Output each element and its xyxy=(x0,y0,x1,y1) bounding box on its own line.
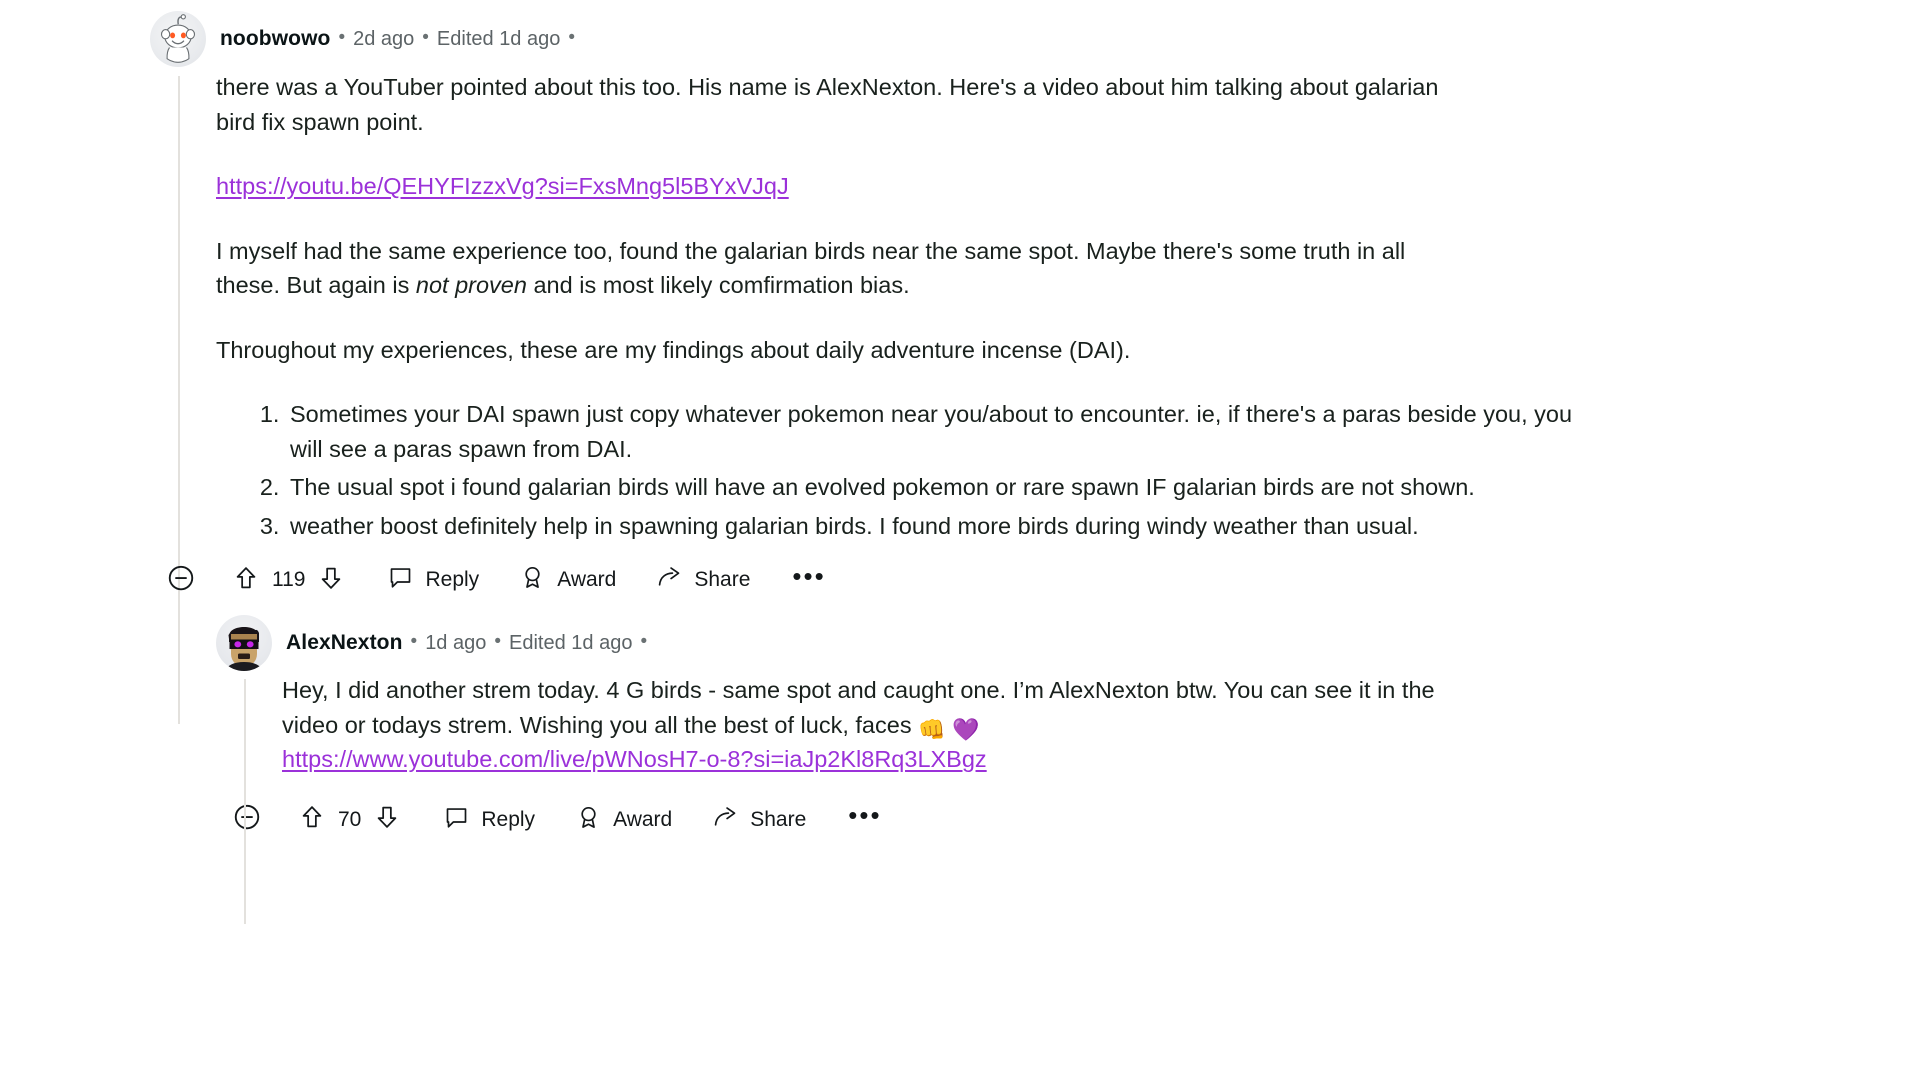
comment-edited: Edited 1d ago xyxy=(436,27,561,50)
comment-link-paragraph: https://youtu.be/QEHYFIzzxVg?si=FxsMng5l… xyxy=(216,169,1466,204)
vote-score: 119 xyxy=(272,568,306,592)
comment-action-bar: 119 Reply Award Share ••• xyxy=(166,555,1910,605)
downvote-icon xyxy=(317,564,345,597)
award-button[interactable]: Award xyxy=(575,804,672,836)
more-options-button[interactable]: ••• xyxy=(792,563,825,593)
reply-meta-separator-2: • xyxy=(494,630,502,652)
award-icon xyxy=(519,564,546,596)
share-label: Share xyxy=(750,807,807,831)
purple-heart-emoji: 💜 xyxy=(952,716,980,742)
collapse-button[interactable] xyxy=(232,802,262,837)
meta-separator-2: • xyxy=(422,26,429,48)
comment-bubble-icon xyxy=(443,804,470,836)
comment-header: noobwowo • 2d ago • Edited 1d ago • xyxy=(150,8,1910,70)
upvote-button[interactable] xyxy=(298,803,326,836)
meta-separator-3: • xyxy=(568,26,576,48)
collapse-button[interactable] xyxy=(166,563,196,598)
fist-bump-emoji: 👊 xyxy=(918,716,946,742)
reply-meta-separator-3: • xyxy=(640,630,648,652)
list-item: The usual spot i found galarian birds wi… xyxy=(286,470,1576,505)
comment-alexnexton: AlexNexton • 1d ago • Edited 1d ago • He… xyxy=(216,613,1910,925)
comment-bubble-icon xyxy=(387,564,414,596)
reply-author[interactable]: AlexNexton xyxy=(286,631,403,655)
findings-list: Sometimes your DAI spawn just copy whate… xyxy=(216,397,1576,543)
comment-paragraph-2: I myself had the same experience too, fo… xyxy=(216,234,1446,303)
youtube-link[interactable]: https://youtu.be/QEHYFIzzxVg?si=FxsMng5l… xyxy=(216,173,789,199)
share-icon xyxy=(656,564,683,596)
award-icon xyxy=(575,804,602,836)
avatar[interactable] xyxy=(150,11,206,67)
reply-body: Hey, I did another strem today. 4 G bird… xyxy=(234,673,1910,845)
comment-author[interactable]: noobwowo xyxy=(220,27,330,51)
reply-header: AlexNexton • 1d ago • Edited 1d ago • xyxy=(216,613,1910,673)
list-item: weather boost definitely help in spawnin… xyxy=(286,509,1576,544)
reply-action-bar: 70 Reply Award Share ••• xyxy=(232,795,1910,845)
reply-paragraph: Hey, I did another strem today. 4 G bird… xyxy=(282,673,1442,777)
paragraph-2-text-b: and is most likely comfirmation bias. xyxy=(526,272,910,299)
reply-meta-separator-1: • xyxy=(410,630,418,652)
more-options-button[interactable]: ••• xyxy=(848,802,881,832)
downvote-button[interactable] xyxy=(373,803,401,836)
reply-button[interactable]: Reply xyxy=(387,564,479,596)
collapse-icon xyxy=(166,563,196,598)
paragraph-2-emphasis: not proven xyxy=(415,272,527,299)
youtube-live-link[interactable]: https://www.youtube.com/live/pWNosH7-o-8… xyxy=(282,746,987,772)
award-label: Award xyxy=(557,568,617,592)
award-label: Award xyxy=(613,807,673,831)
vote-group: 119 xyxy=(232,564,345,597)
comment-noobwowo: noobwowo • 2d ago • Edited 1d ago • ther… xyxy=(150,8,1910,925)
reply-button[interactable]: Reply xyxy=(443,804,535,836)
share-button[interactable]: Share xyxy=(712,804,806,836)
upvote-icon xyxy=(298,803,326,836)
reply-label: Reply xyxy=(425,568,480,592)
award-button[interactable]: Award xyxy=(519,564,616,596)
thread-line-reply xyxy=(244,679,246,925)
vote-group: 70 xyxy=(298,803,401,836)
list-item: Sometimes your DAI spawn just copy whate… xyxy=(286,397,1576,466)
collapse-icon xyxy=(232,802,262,837)
share-label: Share xyxy=(694,568,751,592)
downvote-button[interactable] xyxy=(317,564,345,597)
share-button[interactable]: Share xyxy=(656,564,750,596)
comment-timestamp: 2d ago xyxy=(353,27,415,50)
comment-paragraph-3: Throughout my experiences, these are my … xyxy=(216,336,1131,363)
reddit-comment-thread: noobwowo • 2d ago • Edited 1d ago • ther… xyxy=(0,0,1920,1080)
reply-edited: Edited 1d ago xyxy=(509,631,633,654)
upvote-button[interactable] xyxy=(232,564,260,597)
share-icon xyxy=(712,804,739,836)
reply-text: Hey, I did another strem today. 4 G bird… xyxy=(282,677,1435,738)
comment-paragraph-1: there was a YouTuber pointed about this … xyxy=(216,74,1439,135)
meta-separator-1: • xyxy=(338,26,346,48)
downvote-icon xyxy=(373,803,401,836)
reply-label: Reply xyxy=(481,807,536,831)
upvote-icon xyxy=(232,564,260,597)
avatar[interactable] xyxy=(216,615,272,672)
reply-timestamp: 1d ago xyxy=(425,631,487,654)
vote-score: 70 xyxy=(338,807,362,831)
comment-body: there was a YouTuber pointed about this … xyxy=(168,70,1910,605)
